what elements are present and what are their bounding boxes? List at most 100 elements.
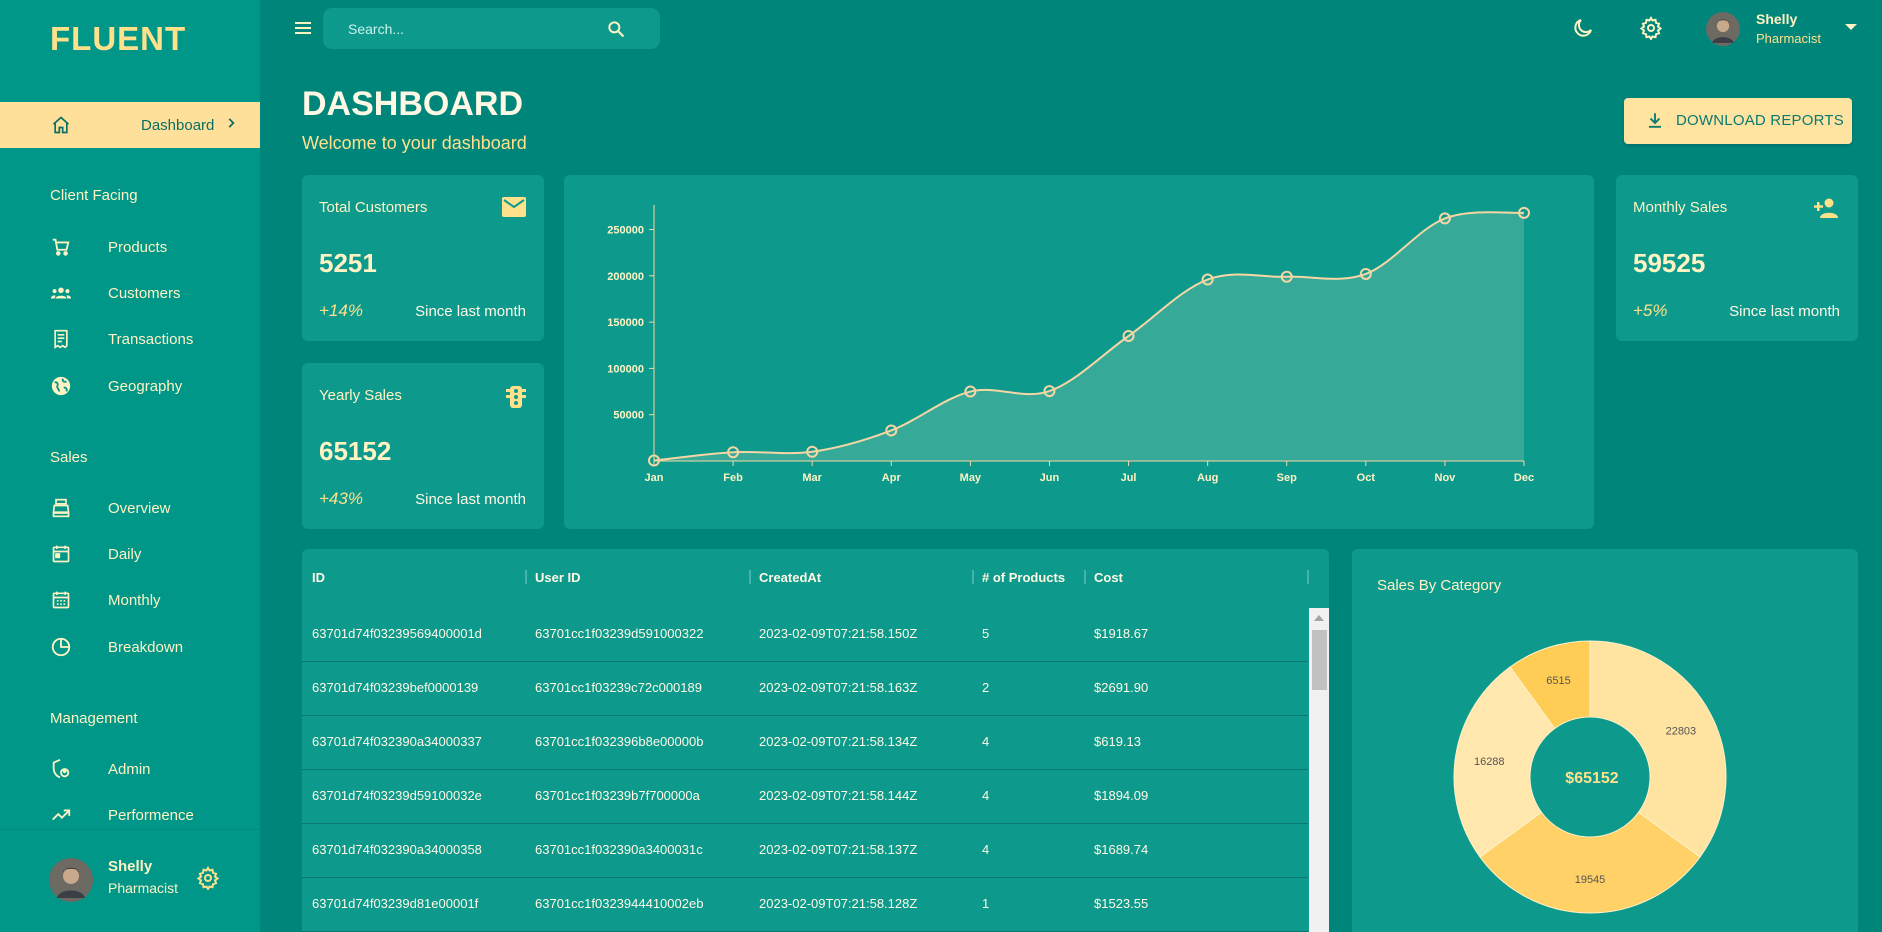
table-row[interactable]: 63701d74f032390a34000337 63701cc1f032396… (302, 716, 1308, 770)
x-tick-label: Apr (882, 472, 902, 484)
x-tick-label: Oct (1357, 472, 1376, 484)
x-tick-label: May (960, 472, 982, 484)
cell-user-id: 63701cc1f032390a3400031c (535, 842, 703, 857)
section-title-client-facing: Client Facing (50, 187, 138, 204)
stat-card-yearly-sales: Yearly Sales 65152 +43% Since last month (302, 363, 544, 529)
sidebar-item-overview[interactable]: Overview (0, 485, 260, 531)
x-tick-label: Feb (723, 472, 743, 484)
column-separator[interactable] (749, 570, 751, 584)
scroll-up-arrow-icon[interactable] (1314, 615, 1324, 621)
receipt-icon (50, 328, 72, 350)
cell-products: 4 (982, 734, 990, 749)
column-header-id[interactable]: ID (312, 570, 325, 585)
avatar[interactable] (1706, 12, 1740, 46)
sidebar-item-monthly[interactable]: Monthly (0, 577, 260, 623)
pie-slice-label: 6515 (1546, 675, 1570, 687)
cell-products: 4 (982, 842, 990, 857)
column-header-cost[interactable]: Cost (1094, 570, 1123, 585)
section-title-sales: Sales (50, 449, 88, 466)
avatar[interactable] (49, 858, 93, 902)
column-header-created-at[interactable]: CreatedAt (759, 570, 821, 585)
cell-user-id: 63701cc1f0323944410002eb (535, 896, 704, 911)
x-tick-label: Jul (1121, 472, 1137, 484)
pie-center-total: $65152 (1565, 770, 1618, 787)
sidebar-item-customers[interactable]: Customers (0, 270, 260, 316)
dark-mode-icon[interactable] (1571, 16, 1595, 45)
gear-icon[interactable] (196, 866, 220, 895)
x-tick-label: Nov (1435, 472, 1457, 484)
cell-created-at: 2023-02-09T07:21:58.134Z (759, 734, 918, 749)
sidebar-item-label: Customers (108, 284, 181, 302)
x-tick-label: Mar (802, 472, 822, 484)
sidebar-item-dashboard[interactable]: Dashboard (0, 102, 260, 148)
groups-icon (50, 282, 72, 304)
download-reports-button[interactable]: DOWNLOAD REPORTS (1624, 98, 1852, 144)
x-tick-label: Jan (645, 472, 664, 484)
email-icon (502, 197, 526, 222)
sidebar-item-label: Admin (108, 760, 151, 778)
cell-products: 4 (982, 788, 990, 803)
table-row[interactable]: 63701d74f03239d59100032e 63701cc1f03239b… (302, 770, 1308, 824)
cell-cost: $619.13 (1094, 734, 1141, 749)
x-tick-label: Jun (1040, 472, 1060, 484)
user-menu-dropdown-icon[interactable] (1845, 24, 1857, 30)
sidebar-item-geography[interactable]: Geography (0, 363, 260, 409)
globe-icon (50, 375, 72, 397)
table-header: ID User ID CreatedAt # of Products Cost (302, 549, 1329, 607)
home-icon (50, 114, 72, 136)
cell-id: 63701d74f03239569400001d (312, 626, 482, 641)
stat-since: Since last month (415, 491, 526, 508)
sidebar-item-label: Dashboard (141, 116, 215, 134)
settings-icon[interactable] (1639, 16, 1663, 45)
column-separator[interactable] (972, 570, 974, 584)
sidebar-item-admin[interactable]: Admin (0, 746, 260, 792)
sales-line-chart-card: 50000 100000 150000 200000 250000 Jan Feb Mar Ap… (564, 175, 1594, 529)
sidebar-item-label: Daily (108, 545, 142, 563)
x-tick-label: Aug (1197, 472, 1218, 484)
table-row[interactable]: 63701d74f03239d81e00001f 63701cc1f032394… (302, 878, 1308, 932)
column-separator[interactable] (525, 570, 527, 584)
cell-created-at: 2023-02-09T07:21:58.128Z (759, 896, 918, 911)
scrollbar-thumb[interactable] (1312, 630, 1327, 690)
stat-since: Since last month (1729, 303, 1840, 320)
y-tick-label: 200000 (607, 271, 644, 283)
stat-card-monthly-sales: Monthly Sales 59525 +5% Since last month (1616, 175, 1858, 341)
brand-logo[interactable]: FLUENT (50, 20, 186, 58)
cell-cost: $1523.55 (1094, 896, 1149, 911)
column-header-user-id[interactable]: User ID (535, 570, 581, 585)
user-name: Shelly (108, 858, 153, 875)
sidebar-user-panel: Shelly Pharmacist (0, 829, 260, 932)
sidebar-item-daily[interactable]: Daily (0, 531, 260, 577)
column-separator[interactable] (1307, 570, 1309, 584)
stat-title: Total Customers (319, 199, 428, 216)
person-add-icon (1814, 197, 1840, 224)
table-row[interactable]: 63701d74f03239569400001d 63701cc1f03239d… (302, 608, 1308, 662)
page-title: DASHBOARD (302, 85, 523, 123)
calendar-month-icon (50, 589, 72, 611)
sidebar-item-label: Geography (108, 377, 183, 395)
search-bar (323, 8, 660, 49)
menu-icon[interactable] (293, 19, 315, 42)
search-input[interactable] (323, 8, 613, 49)
cell-cost: $2691.90 (1094, 680, 1149, 695)
cell-id: 63701d74f03239bef0000139 (312, 680, 479, 695)
pie-chart-icon (50, 636, 72, 658)
column-header-products[interactable]: # of Products (982, 570, 1065, 585)
stat-change: +5% (1633, 301, 1668, 320)
cell-created-at: 2023-02-09T07:21:58.144Z (759, 788, 918, 803)
user-role: Pharmacist (108, 880, 179, 896)
table-row[interactable]: 63701d74f032390a34000358 63701cc1f032390… (302, 824, 1308, 878)
cart-icon (50, 236, 72, 258)
pie-slice[interactable] (1589, 640, 1727, 858)
cell-created-at: 2023-02-09T07:21:58.163Z (759, 680, 918, 695)
cell-user-id: 63701cc1f03239b7f700000a (535, 788, 700, 803)
column-separator[interactable] (1084, 570, 1086, 584)
search-icon[interactable] (606, 19, 626, 44)
sidebar-item-products[interactable]: Products (0, 224, 260, 270)
sidebar-item-breakdown[interactable]: Breakdown (0, 624, 260, 670)
stat-value: 59525 (1633, 248, 1706, 278)
table-scrollbar[interactable] (1309, 608, 1329, 932)
sidebar-item-transactions[interactable]: Transactions (0, 316, 260, 362)
section-title-management: Management (50, 710, 138, 727)
table-row[interactable]: 63701d74f03239bef0000139 63701cc1f03239c… (302, 662, 1308, 716)
